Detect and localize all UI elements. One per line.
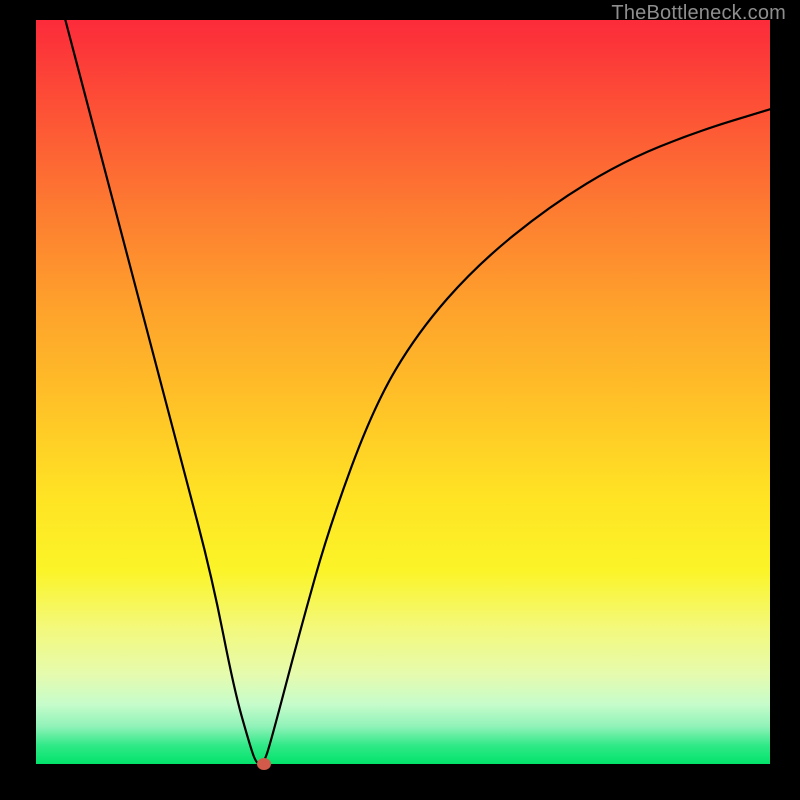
plot-area [36,20,770,764]
bottleneck-curve [36,20,770,764]
chart-frame: TheBottleneck.com [0,0,800,800]
minimum-marker-dot [257,758,271,770]
